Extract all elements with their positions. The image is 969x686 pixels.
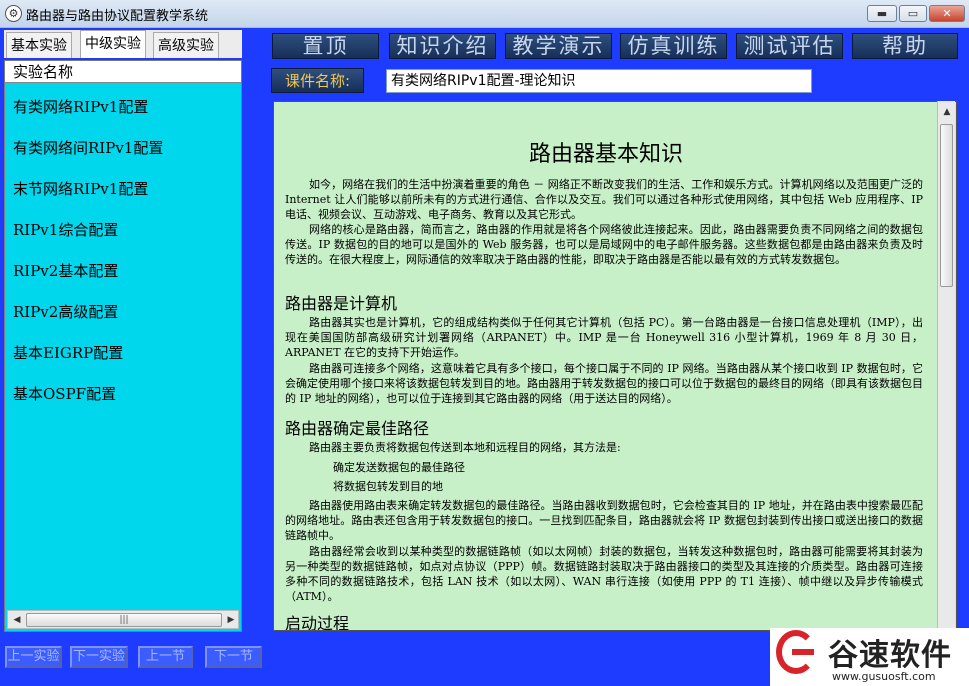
next-section-button[interactable]: 下一节 xyxy=(205,646,262,668)
watermark-url: www.gusuosft.com xyxy=(832,670,936,683)
prev-experiment-button[interactable]: 上一实验 xyxy=(5,646,62,668)
course-name-field[interactable]: 有类网络RIPv1配置-理论知识 xyxy=(386,69,812,93)
experiment-level-tabs: 基本实验 中级实验 高级实验 xyxy=(4,30,242,58)
document-view[interactable]: 路由器基本知识 如今，网络在我们的生活中扮演着重要的角色 － 网络正不断改变我们… xyxy=(273,101,957,631)
horizontal-scrollbar[interactable]: ◀ ||| ▶ xyxy=(7,610,239,629)
menu-help[interactable]: 帮助 xyxy=(852,33,958,59)
paragraph: 路由器主要负责将数据包传送到本地和远程目的网络，其方法是: xyxy=(309,441,621,454)
list-item[interactable]: RIPv2基本配置 xyxy=(13,260,118,281)
minimize-button[interactable]: ▬ xyxy=(867,5,897,22)
scroll-right-icon[interactable]: ▶ xyxy=(224,613,238,627)
list-item[interactable]: 末节网络RIPv1配置 xyxy=(13,178,148,199)
scroll-thumb[interactable] xyxy=(940,124,953,287)
close-button[interactable]: ✕ xyxy=(929,5,965,22)
list-item[interactable]: 有类网络RIPv1配置 xyxy=(13,96,148,117)
doc-title: 路由器基本知识 xyxy=(528,142,683,167)
title-bar: ⚙ 路由器与路由协议配置教学系统 ▬ ▭ ✕ xyxy=(0,0,969,28)
list-item[interactable]: RIPv1综合配置 xyxy=(13,219,118,240)
vertical-scrollbar[interactable]: ▲ xyxy=(937,101,955,631)
app-icon: ⚙ xyxy=(5,5,22,22)
paragraph: 路由器使用路由表来确定转发数据包的最佳路径。当路由器收到数据包时，它会检查其目的… xyxy=(285,499,923,542)
scroll-thumb[interactable]: ||| xyxy=(26,613,222,627)
experiment-list: 实验名称 有类网络RIPv1配置 有类网络间RIPv1配置 末节网络RIPv1配… xyxy=(4,60,242,632)
list-item[interactable]: RIPv2高级配置 xyxy=(13,301,118,322)
course-name-label: 课件名称: xyxy=(271,68,364,93)
list-item: 将数据包转发到目的地 xyxy=(333,480,443,493)
prev-section-button[interactable]: 上一节 xyxy=(138,646,193,668)
section-heading: 启动过程 xyxy=(285,614,350,631)
list-header: 实验名称 xyxy=(5,61,241,83)
list-item[interactable]: 基本OSPF配置 xyxy=(13,383,116,404)
logo-bar xyxy=(792,649,814,655)
paragraph: 路由器可连接多个网络，这意味着它具有多个接口，每个接口属于不同的 IP 网络。当… xyxy=(285,362,923,405)
tab-advanced[interactable]: 高级实验 xyxy=(153,32,219,58)
watermark: 谷速软件 www.gusuosft.com xyxy=(770,628,969,686)
list-item[interactable]: 有类网络间RIPv1配置 xyxy=(13,137,163,158)
menu-demo[interactable]: 教学演示 xyxy=(505,33,612,59)
scroll-left-icon[interactable]: ◀ xyxy=(10,613,24,627)
menu-knowledge[interactable]: 知识介绍 xyxy=(389,33,496,59)
maximize-button[interactable]: ▭ xyxy=(899,5,927,22)
tab-basic[interactable]: 基本实验 xyxy=(6,32,72,58)
section-heading: 路由器确定最佳路径 xyxy=(285,419,430,438)
window-title: 路由器与路由协议配置教学系统 xyxy=(26,9,209,24)
menu-pin-top[interactable]: 置顶 xyxy=(272,33,379,59)
list-item[interactable]: 基本EIGRP配置 xyxy=(13,342,123,363)
next-experiment-button[interactable]: 下一实验 xyxy=(70,646,128,668)
section-heading: 路由器是计算机 xyxy=(285,294,398,313)
list-item: 确定发送数据包的最佳路径 xyxy=(333,461,465,474)
watermark-name: 谷速软件 xyxy=(828,638,952,673)
paragraph: 如今，网络在我们的生活中扮演着重要的角色 － 网络正不断改变我们的生活、工作和娱… xyxy=(285,178,923,221)
menu-test[interactable]: 测试评估 xyxy=(736,33,843,59)
menu-simulation[interactable]: 仿真训练 xyxy=(620,33,727,59)
paragraph: 路由器其实也是计算机，它的组成结构类似于任何其它计算机（包括 PC）。第一台路由… xyxy=(285,316,923,359)
paragraph: 路由器经常会收到以某种类型的数据链路帧（如以太网帧）封装的数据包，当转发这种数据… xyxy=(285,545,923,603)
tab-intermediate[interactable]: 中级实验 xyxy=(80,30,146,58)
paragraph: 网络的核心是路由器，简而言之，路由器的作用就是将各个网络彼此连接起来。因此，路由… xyxy=(285,223,923,266)
scroll-up-icon[interactable]: ▲ xyxy=(941,106,953,118)
